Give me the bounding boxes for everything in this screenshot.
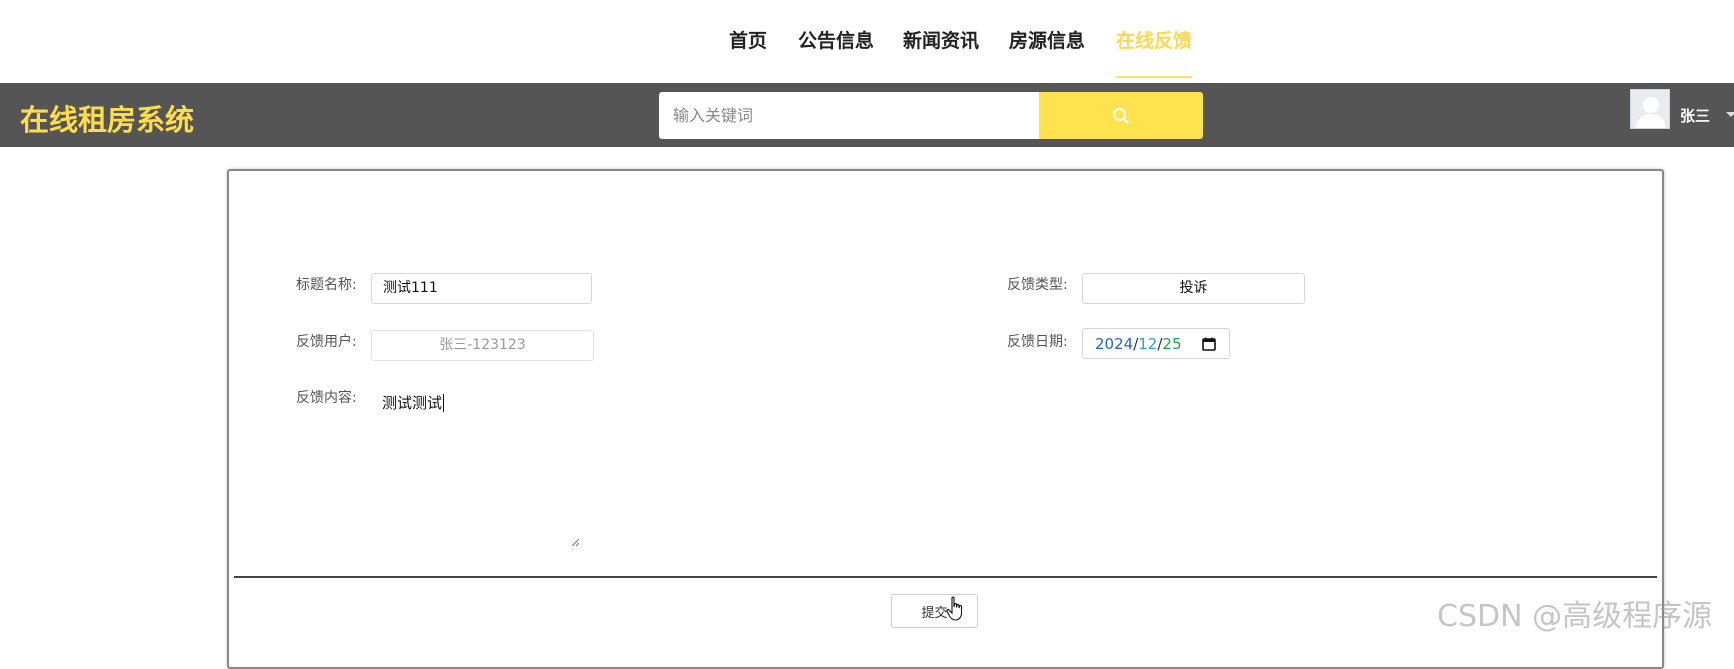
user-name[interactable]: 张三	[1680, 105, 1710, 126]
nav-item-feedback[interactable]: 在线反馈	[1116, 26, 1192, 53]
search-icon	[1113, 107, 1129, 124]
content-label: 反馈内容:	[296, 390, 357, 406]
header-bar: 在线租房系统 张三	[0, 83, 1734, 147]
search-button[interactable]	[1039, 92, 1203, 139]
content-text: 测试测试	[382, 394, 443, 412]
nav-item-home[interactable]: 首页	[729, 26, 767, 53]
date-month[interactable]: 12	[1138, 335, 1157, 353]
date-label: 反馈日期:	[1007, 334, 1068, 350]
date-year[interactable]: 2024	[1095, 335, 1133, 353]
type-select[interactable]: 投诉	[1082, 273, 1305, 304]
calendar-icon[interactable]	[1199, 334, 1219, 354]
chevron-down-icon[interactable]	[1726, 112, 1734, 117]
watermark: CSDN @高级程序源	[1437, 599, 1713, 634]
user-silhouette-icon	[1636, 97, 1666, 128]
content-textarea[interactable]: 测试测试	[371, 390, 582, 549]
type-label: 反馈类型:	[1007, 277, 1068, 293]
hand-pointer-icon	[946, 596, 963, 621]
date-day[interactable]: 25	[1162, 335, 1181, 353]
search-input[interactable]	[659, 92, 1039, 139]
nav-item-announcements[interactable]: 公告信息	[798, 26, 874, 53]
user-avatar[interactable]	[1630, 89, 1670, 129]
user-label: 反馈用户:	[296, 334, 357, 350]
title-input[interactable]: 测试111	[371, 273, 592, 304]
title-label: 标题名称:	[296, 277, 357, 293]
text-caret	[443, 394, 445, 412]
resize-handle-icon[interactable]	[571, 538, 580, 547]
active-nav-underline	[1116, 76, 1192, 78]
date-input[interactable]: 2024/12/25	[1082, 328, 1230, 359]
user-field: 张三-123123	[371, 330, 594, 361]
form-divider	[234, 576, 1657, 578]
site-logo[interactable]: 在线租房系统	[20, 97, 194, 139]
top-navigation: 首页 公告信息 新闻资讯 房源信息 在线反馈	[0, 0, 1734, 83]
nav-item-news[interactable]: 新闻资讯	[903, 26, 979, 53]
nav-item-listings[interactable]: 房源信息	[1009, 26, 1085, 53]
